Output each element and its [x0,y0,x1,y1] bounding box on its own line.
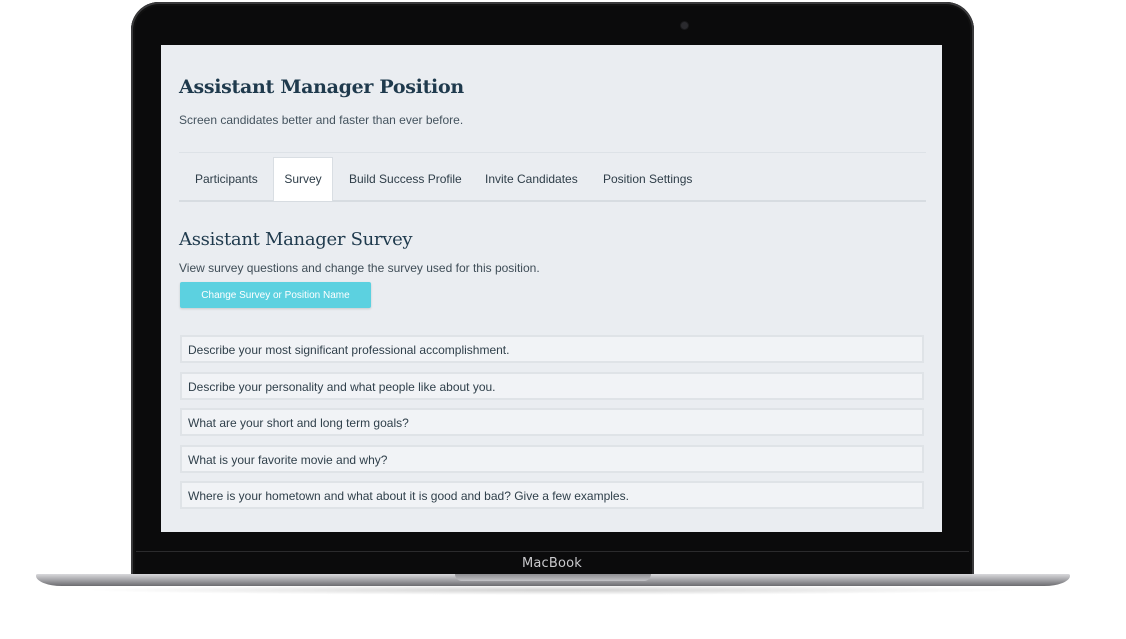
survey-title: Assistant Manager Survey [179,229,413,250]
laptop-mockup: MacBook Assistant Manager Position Scree… [0,0,1126,639]
page-subtitle: Screen candidates better and faster than… [179,113,464,127]
laptop-shadow [80,585,1026,595]
bezel-divider [136,551,969,552]
survey-question[interactable]: Describe your personality and what peopl… [180,371,924,400]
tab-bar: Participants Survey Build Success Profil… [179,152,926,202]
survey-question-list: Describe your most significant professio… [180,335,924,518]
survey-description: View survey questions and change the sur… [179,261,540,275]
survey-question[interactable]: Where is your hometown and what about it… [180,481,924,510]
tab-invite-candidates[interactable]: Invite Candidates [485,159,578,199]
tab-position-settings[interactable]: Position Settings [603,159,692,199]
tab-participants[interactable]: Participants [195,159,258,199]
page-title: Assistant Manager Position [179,76,464,98]
tab-build-success-profile[interactable]: Build Success Profile [349,159,462,199]
laptop-base-notch [455,574,651,581]
device-brand-label: MacBook [521,556,583,571]
app-screen: Assistant Manager Position Screen candid… [161,45,942,532]
survey-question[interactable]: Describe your most significant professio… [180,335,924,363]
change-survey-button[interactable]: Change Survey or Position Name [180,282,371,308]
camera-icon [681,22,688,29]
survey-question[interactable]: What are your short and long term goals? [180,408,924,437]
tab-survey[interactable]: Survey [273,157,333,201]
survey-question[interactable]: What is your favorite movie and why? [180,444,924,473]
